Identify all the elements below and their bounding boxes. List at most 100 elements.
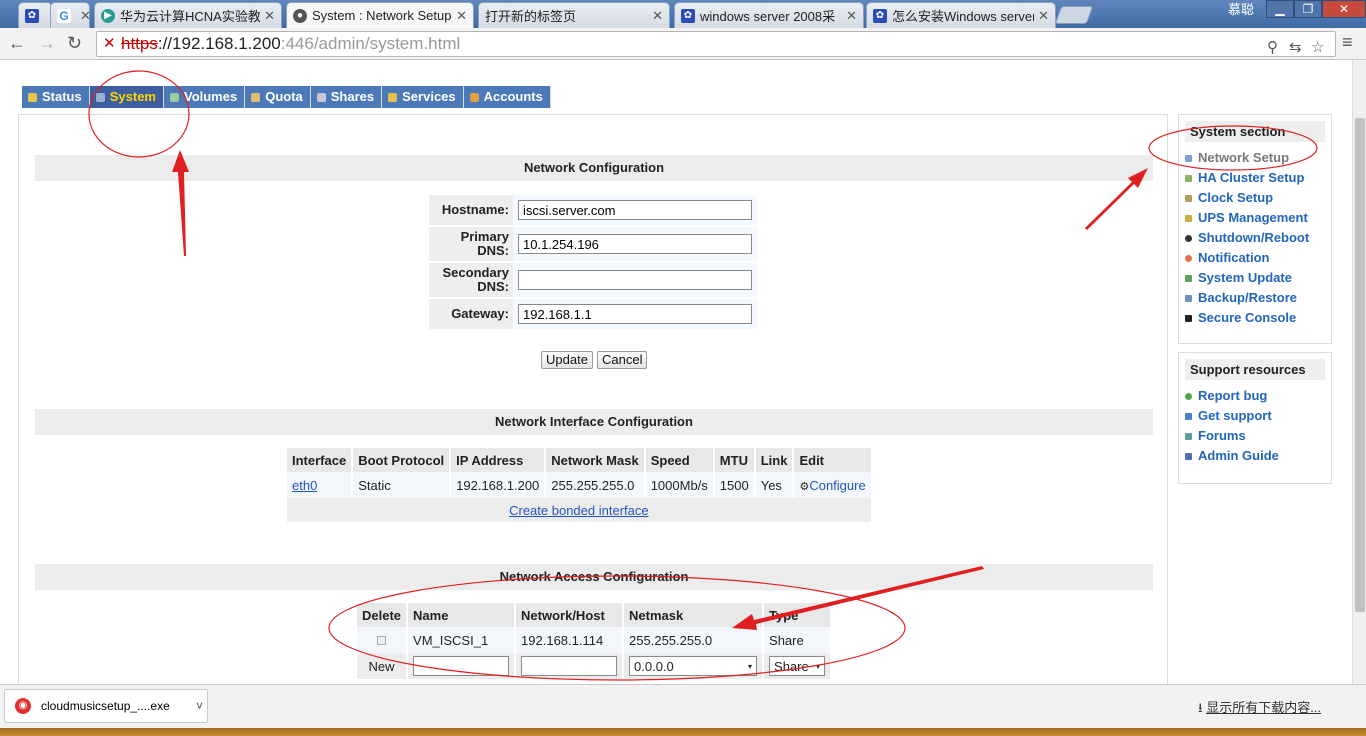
- quota-icon: [251, 92, 261, 102]
- sidebar-item-label: Backup/Restore: [1198, 290, 1297, 305]
- sidebar-item-label: Report bug: [1198, 388, 1268, 403]
- close-icon[interactable]: ✕: [456, 8, 467, 24]
- browser-tab-3[interactable]: ▶ 华为云计算HCNA实验教 ✕: [94, 2, 282, 28]
- update-button[interactable]: Update: [541, 351, 593, 369]
- sidebar-item-admin-guide[interactable]: Admin Guide: [1185, 446, 1325, 466]
- support-resources-box: Support resources Report bug Get support…: [1178, 352, 1332, 484]
- forward-arrow-icon[interactable]: →: [38, 33, 56, 54]
- close-icon[interactable]: ✕: [846, 8, 857, 24]
- system-icon: [95, 92, 105, 102]
- chevron-down-icon: ▾: [748, 661, 753, 671]
- browser-tab-7[interactable]: ✿ 怎么安装Windows server ✕: [866, 2, 1056, 28]
- browser-tab-6[interactable]: ✿ windows server 2008采 ✕: [674, 2, 864, 28]
- restore-icon[interactable]: ❐: [1294, 0, 1322, 18]
- sidebar-item-network-setup[interactable]: Network Setup: [1185, 148, 1325, 168]
- new-tab-button[interactable]: [1054, 6, 1094, 24]
- chevron-down-icon[interactable]: ˅: [196, 690, 203, 722]
- column-header: IP Address: [451, 448, 547, 472]
- tab-label: Status: [42, 89, 82, 104]
- sidebar-item-get-support[interactable]: Get support: [1185, 406, 1325, 426]
- sidebar-item-ha-cluster[interactable]: HA Cluster Setup: [1185, 168, 1325, 188]
- download-item[interactable]: ◉ cloudmusicsetup_....exe ˅: [4, 689, 208, 723]
- tab-quota[interactable]: Quota: [245, 86, 311, 108]
- new-host-input[interactable]: [521, 656, 618, 676]
- tab-label: Accounts: [483, 89, 543, 104]
- volumes-icon: [169, 92, 179, 102]
- show-all-downloads[interactable]: ⭳ 显示所有下载内容...: [1198, 697, 1321, 721]
- browser-tab-5[interactable]: 打开新的标签页 ✕: [478, 2, 670, 28]
- close-icon[interactable]: ✕: [652, 8, 663, 24]
- access-table: Delete Name Network/Host Netmask Type VM…: [357, 603, 833, 679]
- address-bar[interactable]: ✕ https://192.168.1.200:446/admin/system.…: [96, 31, 1336, 57]
- sidebar-item-forums[interactable]: Forums: [1185, 426, 1325, 446]
- sidebar-item-shutdown[interactable]: Shutdown/Reboot: [1185, 228, 1325, 248]
- tab-label: Quota: [265, 89, 303, 104]
- new-name-input[interactable]: [413, 656, 510, 676]
- sidebar-item-label: System Update: [1198, 270, 1292, 285]
- sidebar-item-label: Network Setup: [1198, 150, 1290, 165]
- sidebar-item-notification[interactable]: Notification: [1185, 248, 1325, 268]
- tab-label: 华为云计算HCNA实验教: [120, 9, 261, 24]
- show-all-downloads-link[interactable]: 显示所有下载内容...: [1206, 700, 1321, 715]
- minimize-icon[interactable]: ▁: [1266, 0, 1294, 18]
- tab-services[interactable]: Services: [382, 86, 464, 108]
- tab-volumes[interactable]: Volumes: [163, 86, 246, 108]
- bookmark-star-icon[interactable]: ☆: [1311, 36, 1324, 60]
- column-header: Link: [755, 448, 795, 472]
- new-type-select[interactable]: Share ▾: [769, 656, 826, 676]
- table-row: eth0 Static 192.168.1.200 255.255.255.0 …: [287, 472, 873, 498]
- browser-tab-1[interactable]: ✿: [18, 2, 52, 28]
- system-section-list: Network Setup HA Cluster Setup Clock Set…: [1185, 148, 1325, 328]
- sidebar-item-label: Clock Setup: [1198, 190, 1274, 205]
- tab-accounts[interactable]: Accounts: [463, 86, 551, 108]
- sidebar-item-ups[interactable]: UPS Management: [1185, 208, 1325, 228]
- browser-menu-icon[interactable]: ≡: [1342, 32, 1362, 56]
- translate-icon[interactable]: ⇆: [1289, 36, 1302, 60]
- insecure-lock-icon: ✕: [103, 35, 116, 52]
- table-header-row: Delete Name Network/Host Netmask Type: [357, 603, 833, 627]
- tab-label: Services: [402, 89, 456, 104]
- url-scheme: https: [121, 34, 158, 53]
- forum-icon: [1185, 432, 1192, 440]
- browser-tab-active[interactable]: ● System : Network Setup ✕: [286, 2, 474, 28]
- new-netmask-select[interactable]: 0.0.0.0 ▾: [629, 656, 758, 676]
- hostname-field[interactable]: [518, 200, 752, 220]
- tab-shares[interactable]: Shares: [310, 86, 383, 108]
- configure-link[interactable]: Configure: [809, 478, 865, 493]
- sidebar-item-label: UPS Management: [1198, 210, 1308, 225]
- tab-system[interactable]: System: [89, 86, 164, 108]
- sidebar-item-report-bug[interactable]: Report bug: [1185, 386, 1325, 406]
- cancel-button[interactable]: Cancel: [597, 351, 648, 369]
- sidebar-item-clock-setup[interactable]: Clock Setup: [1185, 188, 1325, 208]
- interface-link[interactable]: eth0: [292, 478, 317, 493]
- page-icon: ●: [293, 8, 307, 23]
- content-panel: Network Configuration Hostname: Primary …: [18, 114, 1168, 684]
- close-icon[interactable]: ✕: [1038, 8, 1049, 24]
- secondary-dns-label: Secondary DNS:: [429, 263, 513, 297]
- scrollbar-thumb[interactable]: [1355, 118, 1365, 612]
- sidebar-item-secure-console[interactable]: Secure Console: [1185, 308, 1325, 328]
- window-controls: 慕聪 ▁ ❐ ✕: [1228, 0, 1366, 20]
- reload-icon[interactable]: ↻: [67, 33, 82, 54]
- sidebar-item-label: Forums: [1198, 428, 1246, 443]
- create-bonded-interface-link[interactable]: Create bonded interface: [509, 503, 648, 518]
- page-scrollbar[interactable]: [1352, 60, 1366, 684]
- zoom-icon[interactable]: ⚲: [1267, 36, 1278, 60]
- close-icon[interactable]: ✕: [264, 8, 275, 24]
- bonded-row: Create bonded interface: [287, 498, 873, 522]
- browser-tab-2[interactable]: G ✕: [50, 2, 90, 28]
- back-arrow-icon[interactable]: ←: [8, 33, 26, 54]
- profile-name[interactable]: 慕聪: [1228, 0, 1254, 20]
- primary-dns-field[interactable]: [518, 234, 752, 254]
- close-icon[interactable]: ✕: [80, 8, 89, 24]
- status-icon: [28, 92, 37, 102]
- secondary-dns-field[interactable]: [518, 270, 752, 290]
- tab-status[interactable]: Status: [22, 86, 90, 108]
- hostname-row: Hostname:: [429, 195, 757, 225]
- delete-checkbox[interactable]: [377, 635, 387, 645]
- sidebar-item-backup[interactable]: Backup/Restore: [1185, 288, 1325, 308]
- close-window-icon[interactable]: ✕: [1322, 0, 1366, 18]
- gateway-field[interactable]: [518, 304, 752, 324]
- url-path: :446/admin/system.html: [280, 34, 461, 53]
- sidebar-item-system-update[interactable]: System Update: [1185, 268, 1325, 288]
